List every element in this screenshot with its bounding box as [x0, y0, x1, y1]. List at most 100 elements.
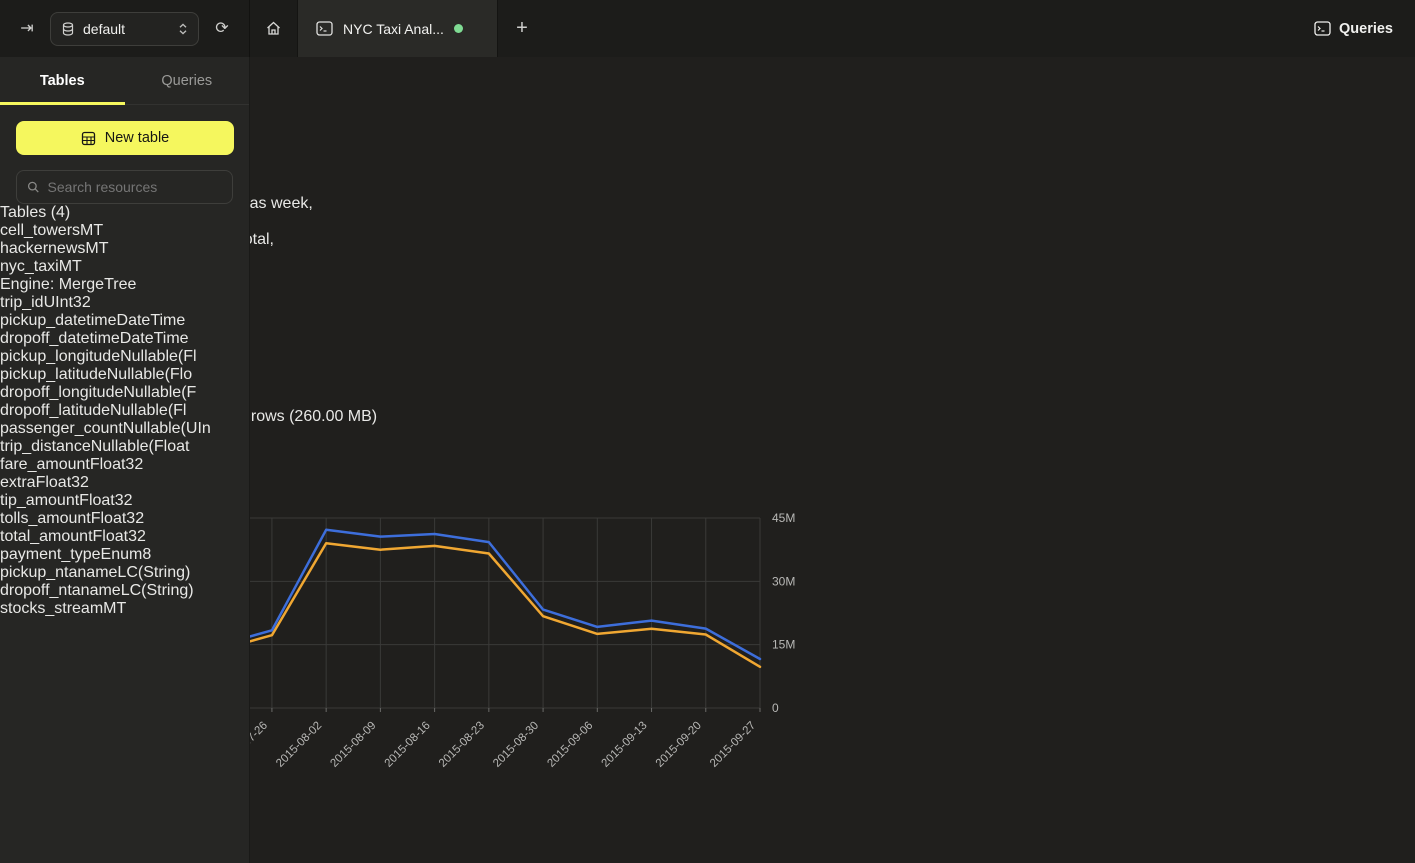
column-row: payment_typeEnum8 — [0, 546, 249, 564]
svg-text:2015-08-16: 2015-08-16 — [383, 720, 433, 770]
column-type: Nullable(Float — [91, 438, 190, 455]
home-icon — [265, 20, 282, 37]
column-row: tip_amountFloat32 — [0, 492, 249, 510]
column-row: dropoff_latitudeNullable(Fl — [0, 402, 249, 420]
unsaved-changes-dot — [454, 24, 463, 33]
chevron-updown-icon — [178, 22, 188, 36]
topbar-database-selector[interactable]: default — [50, 12, 199, 46]
column-type: Float32 — [90, 456, 143, 473]
column-name: trip_distance — [0, 438, 91, 455]
column-name: dropoff_latitude — [0, 402, 110, 419]
column-row: fare_amountFloat32 — [0, 456, 249, 474]
svg-text:2015-08-09: 2015-08-09 — [328, 720, 378, 770]
sidebar: Tables Queries New table Tables (4) cell… — [0, 57, 250, 863]
svg-text:2015-08-30: 2015-08-30 — [491, 720, 541, 770]
sidebar-tab-tables[interactable]: Tables — [0, 57, 125, 104]
refresh-icon[interactable]: ⟳ — [209, 16, 235, 42]
tables-section-label: Tables (4) — [0, 204, 249, 222]
column-name: dropoff_datetime — [0, 330, 120, 347]
queries-button[interactable]: Queries — [1314, 21, 1393, 37]
svg-text:2015-08-23: 2015-08-23 — [437, 720, 487, 770]
tab-title: NYC Taxi Anal... — [343, 21, 444, 37]
column-name: pickup_datetime — [0, 312, 117, 329]
column-name: extra — [0, 474, 36, 491]
column-name: tip_amount — [0, 492, 79, 509]
table-item-hackernews[interactable]: hackernewsMT — [0, 240, 249, 258]
database-icon — [61, 22, 75, 36]
column-type: UInt32 — [44, 294, 91, 311]
column-row: pickup_latitudeNullable(Flo — [0, 366, 249, 384]
column-type: DateTime — [120, 330, 189, 347]
queries-label: Queries — [1339, 21, 1393, 37]
new-table-label: New table — [105, 130, 169, 146]
topbar-left: ⇥ default ⟳ — [0, 0, 250, 57]
svg-text:2015-09-27: 2015-09-27 — [708, 720, 758, 770]
table-name: cell_towers — [0, 222, 80, 239]
tab-strip: NYC Taxi Anal... + — [250, 0, 1292, 57]
table-icon — [81, 131, 96, 146]
column-row: trip_distanceNullable(Float — [0, 438, 249, 456]
top-bar: ⇥ default ⟳ NYC Taxi Anal... + Queries — [0, 0, 1415, 57]
column-name: pickup_ntaname — [0, 564, 117, 581]
column-row: trip_idUInt32 — [0, 294, 249, 312]
collapse-sidebar-icon[interactable]: ⇥ — [14, 16, 40, 42]
column-type: Float32 — [79, 492, 132, 509]
column-name: dropoff_ntaname — [0, 582, 121, 599]
terminal-icon — [316, 21, 333, 36]
column-name: fare_amount — [0, 456, 90, 473]
sidebar-tab-queries[interactable]: Queries — [125, 57, 250, 104]
new-tab-button[interactable]: + — [498, 0, 546, 57]
svg-text:0: 0 — [772, 701, 779, 715]
table-item-stocks_stream[interactable]: stocks_streamMT — [0, 600, 249, 618]
sidebar-search[interactable] — [16, 170, 233, 204]
column-row: pickup_datetimeDateTime — [0, 312, 249, 330]
tab-nyc-taxi-analytics[interactable]: NYC Taxi Anal... — [298, 0, 498, 57]
column-name: payment_type — [0, 546, 101, 563]
column-type: Enum8 — [101, 546, 152, 563]
column-name: total_amount — [0, 528, 93, 545]
topbar-right: Queries — [1292, 0, 1415, 57]
column-type: LC(String) — [117, 564, 190, 581]
column-row: passenger_countNullable(UIn — [0, 420, 249, 438]
sidebar-tabs: Tables Queries — [0, 57, 249, 105]
column-name: passenger_count — [0, 420, 123, 437]
app-window: ⇥ default ⟳ NYC Taxi Anal... + Queries — [0, 0, 1415, 863]
column-name: trip_id — [0, 294, 44, 311]
table-item-cell_towers[interactable]: cell_towersMT — [0, 222, 249, 240]
column-type: Nullable(Fl — [110, 402, 186, 419]
sidebar-search-input[interactable] — [48, 179, 222, 195]
column-name: dropoff_longitude — [0, 384, 123, 401]
column-type: Float32 — [36, 474, 89, 491]
engine-badge: MT — [80, 222, 103, 239]
column-list: trip_idUInt32pickup_datetimeDateTimedrop… — [0, 294, 249, 600]
engine-badge: MT — [103, 600, 126, 617]
column-type: DateTime — [117, 312, 186, 329]
queries-icon — [1314, 21, 1331, 36]
table-item-nyc_taxi[interactable]: nyc_taxiMT — [0, 258, 249, 276]
engine-badge: MT — [59, 258, 82, 275]
home-button[interactable] — [250, 0, 298, 57]
column-row: dropoff_datetimeDateTime — [0, 330, 249, 348]
column-name: pickup_longitude — [0, 348, 120, 365]
column-row: pickup_ntanameLC(String) — [0, 564, 249, 582]
column-row: dropoff_longitudeNullable(F — [0, 384, 249, 402]
table-list: cell_towersMThackernewsMTnyc_taxiMTEngin… — [0, 222, 249, 618]
new-table-button[interactable]: New table — [16, 121, 234, 155]
table-name: hackernews — [0, 240, 85, 257]
column-type: Nullable(Flo — [107, 366, 192, 383]
column-row: total_amountFloat32 — [0, 528, 249, 546]
engine-badge: MT — [85, 240, 108, 257]
column-name: pickup_latitude — [0, 366, 107, 383]
engine-label: Engine: MergeTree — [0, 276, 249, 294]
column-type: Float32 — [91, 510, 144, 527]
column-type: Nullable(UIn — [123, 420, 211, 437]
svg-text:2015-09-20: 2015-09-20 — [654, 720, 704, 770]
column-type: Nullable(Fl — [120, 348, 196, 365]
table-name: nyc_taxi — [0, 258, 59, 275]
svg-text:45M: 45M — [772, 511, 795, 525]
svg-text:30M: 30M — [772, 574, 795, 588]
column-type: LC(String) — [121, 582, 194, 599]
database-name: default — [83, 21, 170, 37]
column-row: dropoff_ntanameLC(String) — [0, 582, 249, 600]
column-row: pickup_longitudeNullable(Fl — [0, 348, 249, 366]
